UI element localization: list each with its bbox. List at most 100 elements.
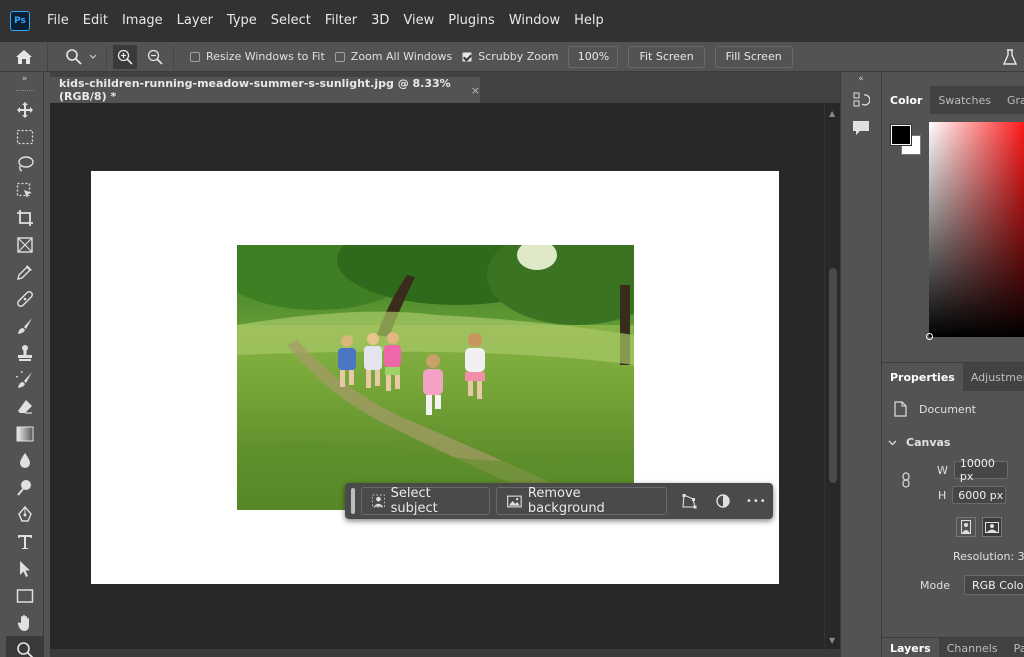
menu-filter[interactable]: Filter (318, 0, 364, 42)
zoom-in-button[interactable] (113, 44, 137, 69)
menu-view[interactable]: View (396, 0, 441, 42)
horizontal-scrollbar[interactable] (50, 649, 840, 657)
vertical-scrollbar[interactable]: ▲ ▼ (824, 103, 840, 649)
document-canvas[interactable] (91, 171, 779, 584)
eraser-tool[interactable] (6, 393, 44, 420)
zoom-level-button[interactable]: 100% (568, 45, 619, 68)
zoom-out-button[interactable] (143, 45, 167, 69)
blur-tool[interactable] (6, 447, 44, 474)
bandage-icon (17, 290, 33, 307)
foreground-color-swatch[interactable] (890, 124, 912, 146)
scrubby-zoom-checkbox-box[interactable] (462, 51, 473, 62)
remove-background-button[interactable]: Remove background (496, 486, 667, 516)
home-button[interactable] (0, 41, 48, 72)
zoom-out-icon (147, 49, 163, 65)
close-icon[interactable]: × (471, 84, 480, 97)
menu-select[interactable]: Select (264, 0, 318, 42)
history-icon (853, 92, 870, 107)
magnifier-icon (66, 48, 82, 65)
resize-windows-checkbox[interactable]: Resize Windows to Fit (190, 50, 325, 63)
marquee-tool[interactable] (6, 123, 44, 150)
tab-adjustments[interactable]: Adjustments (963, 363, 1024, 391)
color-picker-handle[interactable] (926, 333, 933, 340)
tab-channels[interactable]: Channels (939, 638, 1006, 657)
tab-properties[interactable]: Properties (882, 363, 963, 391)
landscape-orientation-button[interactable] (982, 517, 1002, 537)
history-panel-button[interactable] (841, 86, 881, 114)
tab-swatches[interactable]: Swatches (930, 86, 999, 114)
pen-tool[interactable] (6, 501, 44, 528)
crop-tool[interactable] (6, 204, 44, 231)
hand-icon (17, 614, 29, 631)
scroll-up-icon[interactable]: ▲ (829, 109, 835, 118)
menu-help[interactable]: Help (567, 0, 611, 42)
rectangle-tool[interactable] (6, 582, 44, 609)
zoom-tool-preset-button[interactable] (62, 45, 86, 69)
document-icon (894, 401, 907, 417)
tab-paths[interactable]: Paths (1006, 638, 1024, 657)
fit-screen-button[interactable]: Fit Screen (628, 45, 705, 68)
toolbar-grip[interactable] (6, 86, 43, 96)
tab-color[interactable]: Color (882, 86, 931, 114)
menu-edit[interactable]: Edit (76, 0, 115, 42)
resize-windows-checkbox-box[interactable] (190, 51, 200, 62)
eyedropper-icon (17, 264, 32, 280)
brush-tool[interactable] (6, 312, 44, 339)
clone-stamp-tool[interactable] (6, 339, 44, 366)
history-brush-tool[interactable] (6, 366, 44, 393)
type-tool[interactable] (6, 528, 44, 555)
menu-window[interactable]: Window (502, 0, 567, 42)
task-bar-drag-handle[interactable] (351, 488, 355, 514)
lasso-tool[interactable] (6, 150, 44, 177)
transform-button[interactable] (673, 487, 706, 515)
color-mode-select[interactable]: RGB Color (963, 575, 1024, 595)
frame-tool[interactable] (6, 231, 44, 258)
resolution-row: Resolution: 300 (953, 550, 1024, 563)
zoom-icon (17, 641, 34, 657)
remove-background-label: Remove background (527, 486, 605, 516)
type-icon (18, 534, 32, 549)
history-brush-icon (16, 370, 32, 388)
stamp-icon (18, 344, 32, 361)
scrubby-zoom-checkbox[interactable]: Scrubby Zoom (462, 50, 558, 63)
healing-brush-tool[interactable] (6, 285, 44, 312)
scroll-down-icon[interactable]: ▼ (829, 636, 835, 645)
tab-gradients[interactable]: Gradients (999, 86, 1024, 114)
height-label: H (938, 488, 947, 502)
toolbar-expand-button[interactable]: » (6, 72, 43, 86)
move-tool[interactable] (6, 96, 44, 123)
document-tab[interactable]: kids-children-running-meadow-summer-s-su… (50, 77, 480, 103)
zoom-all-windows-checkbox-box[interactable] (334, 51, 345, 62)
collapse-panels-button[interactable]: « (841, 72, 881, 86)
fill-screen-button[interactable]: Fill Screen (714, 45, 793, 68)
canvas-area[interactable]: Select subject Remove background ••• (50, 103, 824, 649)
more-options-button[interactable]: ••• (740, 487, 773, 515)
height-input[interactable]: 6000 px (952, 486, 1007, 504)
photo-kids-running-meadow[interactable] (237, 245, 634, 510)
comments-panel-button[interactable] (841, 114, 881, 142)
width-input[interactable]: 10000 px (953, 457, 1008, 483)
object-selection-tool[interactable] (6, 177, 44, 204)
adjustment-layer-button[interactable] (706, 487, 739, 515)
dodge-tool[interactable] (6, 474, 44, 501)
hand-tool[interactable] (6, 609, 44, 636)
tab-layers[interactable]: Layers (882, 638, 939, 657)
portrait-orientation-button[interactable] (956, 517, 976, 537)
menu-3d[interactable]: 3D (364, 0, 396, 42)
select-subject-button[interactable]: Select subject (360, 486, 491, 516)
zoom-tool[interactable] (6, 636, 44, 657)
scrollbar-thumb[interactable] (829, 268, 837, 483)
menu-image[interactable]: Image (115, 0, 170, 42)
gradient-tool[interactable] (6, 420, 44, 447)
menu-type[interactable]: Type (220, 0, 264, 42)
eyedropper-tool[interactable] (6, 258, 44, 285)
menu-file[interactable]: File (40, 0, 76, 42)
menu-layer[interactable]: Layer (170, 0, 220, 42)
path-selection-tool[interactable] (6, 555, 44, 582)
preset-dropdown[interactable] (86, 45, 100, 69)
canvas-section-header[interactable]: Canvas (888, 436, 1024, 449)
zoom-all-windows-checkbox[interactable]: Zoom All Windows (334, 50, 452, 63)
color-picker-field[interactable] (926, 122, 1024, 340)
menu-plugins[interactable]: Plugins (441, 0, 502, 42)
search-panel-button[interactable] (998, 45, 1022, 69)
